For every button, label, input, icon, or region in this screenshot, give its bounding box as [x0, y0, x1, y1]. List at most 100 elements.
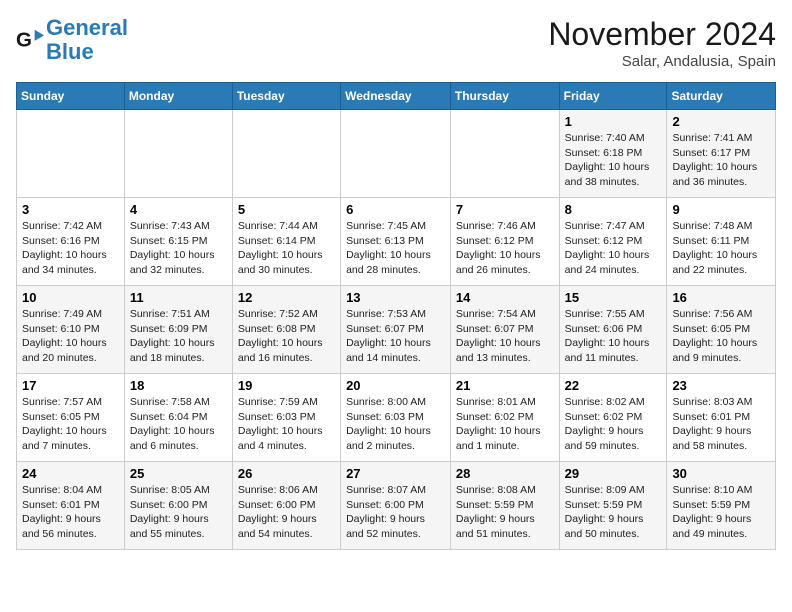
calendar-cell: 10 Sunrise: 7:49 AMSunset: 6:10 PMDayligh…	[17, 286, 125, 374]
day-number: 20	[346, 378, 445, 393]
calendar-cell: 12Sunrise: 7:52 AMSunset: 6:08 PMDayligh…	[232, 286, 340, 374]
logo-text: General Blue	[46, 16, 128, 64]
day-number: 19	[238, 378, 335, 393]
day-number: 24	[22, 466, 119, 481]
weekday-header-monday: Monday	[124, 83, 232, 110]
calendar-cell: 25 Sunrise: 8:05 AMSunset: 6:00 PMDayligh…	[124, 462, 232, 550]
calendar-cell: 24 Sunrise: 8:04 AMSunset: 6:01 PMDayligh…	[17, 462, 125, 550]
day-number: 25	[130, 466, 227, 481]
calendar-cell: 11 Sunrise: 7:51 AMSunset: 6:09 PMDayligh…	[124, 286, 232, 374]
day-number: 8	[565, 202, 662, 217]
week-row-2: 3Sunrise: 7:42 AMSunset: 6:16 PMDaylight…	[17, 198, 776, 286]
day-detail: Sunrise: 8:08 AMSunset: 5:59 PMDaylight:…	[456, 483, 554, 542]
weekday-header-thursday: Thursday	[450, 83, 559, 110]
logo: G General Blue	[16, 16, 128, 64]
day-number: 29	[565, 466, 662, 481]
day-number: 11	[130, 290, 227, 305]
calendar-cell: 8 Sunrise: 7:47 AMSunset: 6:12 PMDaylight…	[559, 198, 667, 286]
weekday-header-tuesday: Tuesday	[232, 83, 340, 110]
day-number: 17	[22, 378, 119, 393]
day-detail: Sunrise: 8:03 AMSunset: 6:01 PMDaylight:…	[672, 395, 770, 454]
day-detail: Sunrise: 7:42 AMSunset: 6:16 PMDaylight:…	[22, 219, 119, 278]
day-detail: Sunrise: 8:05 AMSunset: 6:00 PMDaylight:…	[130, 483, 227, 542]
weekday-header-sunday: Sunday	[17, 83, 125, 110]
day-number: 2	[672, 114, 770, 129]
calendar-cell: 2Sunrise: 7:41 AMSunset: 6:17 PMDaylight…	[667, 110, 776, 198]
calendar-cell: 30 Sunrise: 8:10 AMSunset: 5:59 PMDayligh…	[667, 462, 776, 550]
day-number: 7	[456, 202, 554, 217]
day-detail: Sunrise: 7:57 AMSunset: 6:05 PMDaylight:…	[22, 395, 119, 454]
day-number: 1	[565, 114, 662, 129]
day-number: 28	[456, 466, 554, 481]
day-detail: Sunrise: 7:58 AMSunset: 6:04 PMDaylight:…	[130, 395, 227, 454]
calendar-cell: 21Sunrise: 8:01 AMSunset: 6:02 PMDayligh…	[450, 374, 559, 462]
day-number: 6	[346, 202, 445, 217]
day-detail: Sunrise: 7:40 AMSunset: 6:18 PMDaylight:…	[565, 131, 662, 190]
day-number: 13	[346, 290, 445, 305]
location: Salar, Andalusia, Spain	[548, 53, 776, 70]
calendar-cell: 17 Sunrise: 7:57 AMSunset: 6:05 PMDayligh…	[17, 374, 125, 462]
day-detail: Sunrise: 8:01 AMSunset: 6:02 PMDaylight:…	[456, 395, 554, 454]
calendar-cell: 9 Sunrise: 7:48 AMSunset: 6:11 PMDaylight…	[667, 198, 776, 286]
day-number: 12	[238, 290, 335, 305]
calendar-cell	[124, 110, 232, 198]
day-detail: Sunrise: 8:07 AMSunset: 6:00 PMDaylight:…	[346, 483, 445, 542]
svg-text:G: G	[16, 29, 32, 52]
calendar-cell: 7Sunrise: 7:46 AMSunset: 6:12 PMDaylight…	[450, 198, 559, 286]
calendar-cell: 14Sunrise: 7:54 AMSunset: 6:07 PMDayligh…	[450, 286, 559, 374]
day-detail: Sunrise: 8:09 AMSunset: 5:59 PMDaylight:…	[565, 483, 662, 542]
calendar-cell: 23 Sunrise: 8:03 AMSunset: 6:01 PMDayligh…	[667, 374, 776, 462]
day-detail: Sunrise: 8:06 AMSunset: 6:00 PMDaylight:…	[238, 483, 335, 542]
calendar-cell: 18 Sunrise: 7:58 AMSunset: 6:04 PMDayligh…	[124, 374, 232, 462]
calendar-cell: 19 Sunrise: 7:59 AMSunset: 6:03 PMDayligh…	[232, 374, 340, 462]
day-detail: Sunrise: 7:51 AMSunset: 6:09 PMDaylight:…	[130, 307, 227, 366]
day-detail: Sunrise: 7:55 AMSunset: 6:06 PMDaylight:…	[565, 307, 662, 366]
day-number: 4	[130, 202, 227, 217]
calendar-cell: 4Sunrise: 7:43 AMSunset: 6:15 PMDaylight…	[124, 198, 232, 286]
calendar-table: SundayMondayTuesdayWednesdayThursdayFrid…	[16, 82, 776, 550]
calendar-cell: 16Sunrise: 7:56 AMSunset: 6:05 PMDayligh…	[667, 286, 776, 374]
day-detail: Sunrise: 8:04 AMSunset: 6:01 PMDaylight:…	[22, 483, 119, 542]
calendar-cell: 27 Sunrise: 8:07 AMSunset: 6:00 PMDayligh…	[341, 462, 451, 550]
calendar-cell: 13 Sunrise: 7:53 AMSunset: 6:07 PMDayligh…	[341, 286, 451, 374]
calendar-cell	[450, 110, 559, 198]
day-number: 15	[565, 290, 662, 305]
month-title: November 2024	[548, 16, 776, 53]
day-number: 18	[130, 378, 227, 393]
day-detail: Sunrise: 7:49 AMSunset: 6:10 PMDaylight:…	[22, 307, 119, 366]
day-detail: Sunrise: 8:00 AMSunset: 6:03 PMDaylight:…	[346, 395, 445, 454]
day-number: 23	[672, 378, 770, 393]
calendar-cell: 28 Sunrise: 8:08 AMSunset: 5:59 PMDayligh…	[450, 462, 559, 550]
day-number: 22	[565, 378, 662, 393]
page-header: G General Blue November 2024 Salar, Anda…	[16, 16, 776, 70]
day-number: 10	[22, 290, 119, 305]
calendar-cell: 1 Sunrise: 7:40 AMSunset: 6:18 PMDaylight…	[559, 110, 667, 198]
calendar-cell: 20 Sunrise: 8:00 AMSunset: 6:03 PMDayligh…	[341, 374, 451, 462]
day-detail: Sunrise: 7:54 AMSunset: 6:07 PMDaylight:…	[456, 307, 554, 366]
calendar-cell	[17, 110, 125, 198]
day-detail: Sunrise: 7:56 AMSunset: 6:05 PMDaylight:…	[672, 307, 770, 366]
calendar-cell: 22 Sunrise: 8:02 AMSunset: 6:02 PMDayligh…	[559, 374, 667, 462]
weekday-header-wednesday: Wednesday	[341, 83, 451, 110]
day-number: 5	[238, 202, 335, 217]
day-number: 9	[672, 202, 770, 217]
day-number: 30	[672, 466, 770, 481]
day-detail: Sunrise: 7:44 AMSunset: 6:14 PMDaylight:…	[238, 219, 335, 278]
day-detail: Sunrise: 7:53 AMSunset: 6:07 PMDaylight:…	[346, 307, 445, 366]
logo-icon: G	[16, 26, 44, 54]
day-detail: Sunrise: 7:47 AMSunset: 6:12 PMDaylight:…	[565, 219, 662, 278]
calendar-cell: 6 Sunrise: 7:45 AMSunset: 6:13 PMDaylight…	[341, 198, 451, 286]
day-detail: Sunrise: 7:48 AMSunset: 6:11 PMDaylight:…	[672, 219, 770, 278]
day-detail: Sunrise: 8:10 AMSunset: 5:59 PMDaylight:…	[672, 483, 770, 542]
weekday-header-saturday: Saturday	[667, 83, 776, 110]
day-detail: Sunrise: 8:02 AMSunset: 6:02 PMDaylight:…	[565, 395, 662, 454]
day-number: 27	[346, 466, 445, 481]
day-detail: Sunrise: 7:45 AMSunset: 6:13 PMDaylight:…	[346, 219, 445, 278]
calendar-cell: 3Sunrise: 7:42 AMSunset: 6:16 PMDaylight…	[17, 198, 125, 286]
day-detail: Sunrise: 7:59 AMSunset: 6:03 PMDaylight:…	[238, 395, 335, 454]
weekday-header-row: SundayMondayTuesdayWednesdayThursdayFrid…	[17, 83, 776, 110]
weekday-header-friday: Friday	[559, 83, 667, 110]
week-row-1: 1 Sunrise: 7:40 AMSunset: 6:18 PMDaylight…	[17, 110, 776, 198]
calendar-cell	[341, 110, 451, 198]
title-block: November 2024 Salar, Andalusia, Spain	[548, 16, 776, 70]
